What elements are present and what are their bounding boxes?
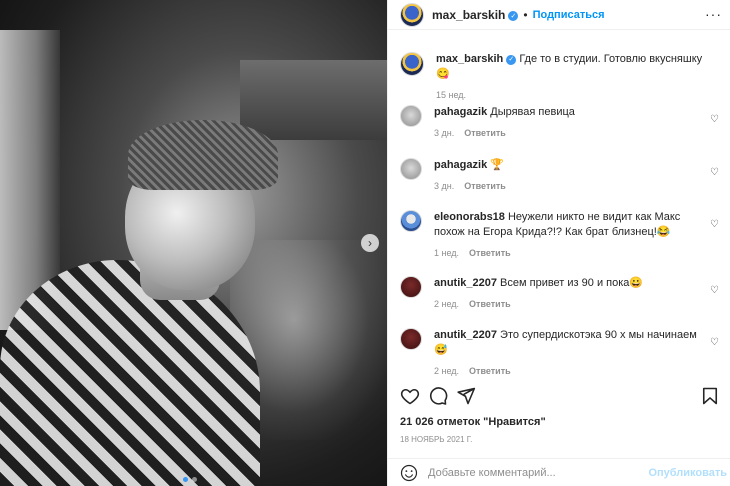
more-icon[interactable]: ··· xyxy=(705,6,722,22)
comment-username[interactable]: pahagazik xyxy=(434,159,487,171)
follow-button[interactable]: Подписаться xyxy=(533,9,605,21)
comment-username[interactable]: pahagazik xyxy=(434,106,487,118)
send-icon[interactable] xyxy=(456,386,476,406)
likes-count[interactable]: 21 026 отметок "Нравится" xyxy=(400,416,546,428)
comment-time[interactable]: 2 нед. xyxy=(434,299,459,309)
bookmark-icon[interactable] xyxy=(700,386,720,406)
comment-input[interactable] xyxy=(428,466,648,479)
comment-composer: Опубликовать xyxy=(388,458,730,486)
post-date[interactable]: 18 ноябрь 2021 г. xyxy=(400,435,472,444)
post-photo[interactable]: › xyxy=(0,0,387,486)
post-actions xyxy=(400,386,720,408)
verified-badge-icon: ✓ xyxy=(506,54,517,65)
comment-username[interactable]: anutik_2207 xyxy=(434,277,497,289)
comment-icon[interactable] xyxy=(428,386,448,406)
comment-item: pahagazik 🏆 3 дн. Ответить ♡ xyxy=(400,158,720,191)
avatar[interactable] xyxy=(400,276,422,298)
comment-text: Дырявая певица xyxy=(490,106,575,118)
comment-item: pahagazik Дырявая певица 3 дн. Ответить ♡ xyxy=(400,105,720,138)
photo-studio-wall xyxy=(240,60,387,140)
header-separator: • xyxy=(523,7,528,22)
comment-item: anutik_2207 Всем привет из 90 и пока😀 2 … xyxy=(400,276,720,309)
header-username[interactable]: max_barskih ✓ xyxy=(432,8,519,22)
avatar[interactable] xyxy=(400,158,422,180)
comment-item: eleonorabs18 Неужели никто не видит как … xyxy=(400,210,720,258)
reply-button[interactable]: Ответить xyxy=(469,299,511,309)
avatar[interactable] xyxy=(400,328,422,350)
instagram-post-modal: › max_barskih ✓ • Подписаться ··· max_bar… xyxy=(0,0,730,486)
verified-badge-icon: ✓ xyxy=(508,10,519,21)
comment-username[interactable]: anutik_2207 xyxy=(434,329,497,341)
emoji-icon[interactable] xyxy=(400,464,418,482)
comment-time[interactable]: 3 дн. xyxy=(434,181,454,191)
comment-time[interactable]: 2 нед. xyxy=(434,366,459,376)
post-header: max_barskih ✓ • Подписаться ··· xyxy=(388,0,730,30)
photo-cap xyxy=(128,120,278,190)
photo-sweater xyxy=(0,260,260,486)
comment-text: Всем привет из 90 и пока😀 xyxy=(500,277,644,289)
avatar[interactable] xyxy=(400,105,422,127)
reply-button[interactable]: Ответить xyxy=(464,181,506,191)
heart-icon[interactable] xyxy=(400,386,420,406)
publish-button[interactable]: Опубликовать xyxy=(648,467,727,479)
post-side-panel: max_barskih ✓ • Подписаться ··· max_barsk… xyxy=(387,0,730,486)
heart-icon[interactable]: ♡ xyxy=(710,220,720,230)
reply-button[interactable]: Ответить xyxy=(469,366,511,376)
reply-button[interactable]: Ответить xyxy=(464,128,506,138)
carousel-dot xyxy=(192,477,197,482)
heart-icon[interactable]: ♡ xyxy=(710,286,720,296)
avatar[interactable] xyxy=(400,210,422,232)
caption: max_barskih ✓ Где то в студии. Готовлю вк… xyxy=(400,52,720,100)
caption-username[interactable]: max_barskih xyxy=(436,53,503,65)
caption-time[interactable]: 15 нед. xyxy=(436,90,466,100)
comment-time[interactable]: 1 нед. xyxy=(434,248,459,258)
heart-icon[interactable]: ♡ xyxy=(710,168,720,178)
comment-text: 🏆 xyxy=(490,159,504,171)
chevron-right-icon[interactable]: › xyxy=(361,234,379,252)
comment-time[interactable]: 3 дн. xyxy=(434,128,454,138)
carousel-dot-active xyxy=(183,477,188,482)
comment-item: anutik_2207 Это супердискотэка 90 х мы н… xyxy=(400,328,720,376)
comment-username[interactable]: eleonorabs18 xyxy=(434,211,505,223)
heart-icon[interactable]: ♡ xyxy=(710,115,720,125)
avatar[interactable] xyxy=(400,2,424,27)
heart-icon[interactable]: ♡ xyxy=(710,338,720,348)
carousel-dots xyxy=(183,477,197,482)
reply-button[interactable]: Ответить xyxy=(469,248,511,258)
avatar[interactable] xyxy=(400,52,424,76)
